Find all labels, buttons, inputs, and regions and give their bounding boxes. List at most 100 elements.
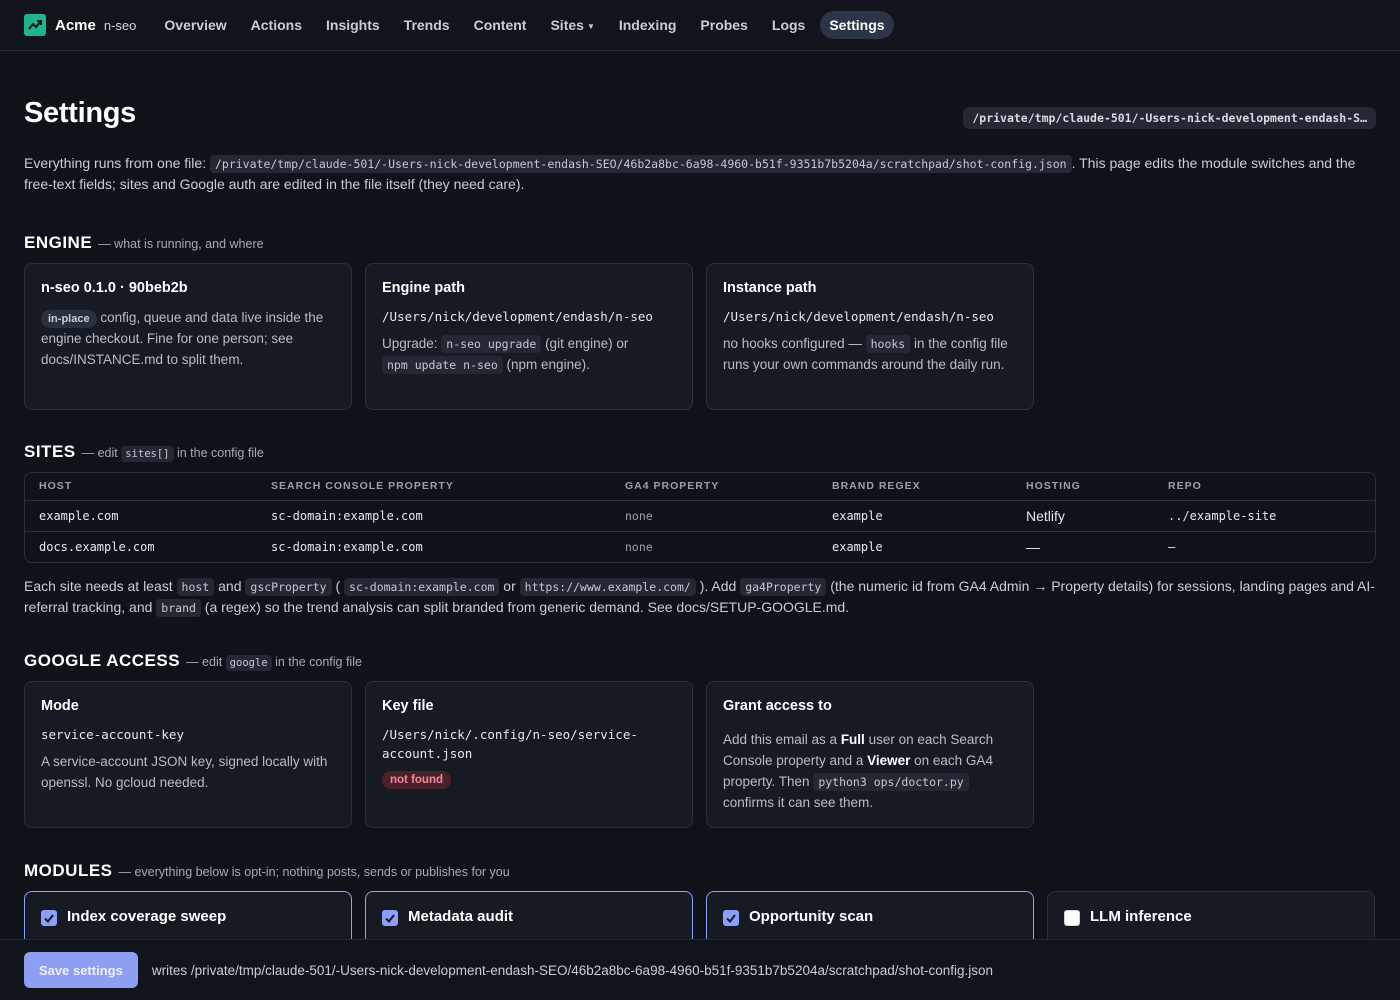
checkbox-checked-icon[interactable]	[41, 910, 57, 926]
grant-t1: Add this email as a	[723, 732, 841, 747]
grant-card: Grant access to Add this email as a Full…	[706, 681, 1034, 828]
engine-path-value: /Users/nick/development/endash/n-seo	[382, 309, 653, 324]
note-t1: Each site needs at least	[24, 578, 177, 594]
top-nav: Acme n-seo Overview Actions Insights Tre…	[0, 0, 1400, 51]
upgrade-t3: (npm engine).	[502, 357, 590, 372]
cell-ga4: none	[611, 530, 818, 562]
cell-brand: example	[832, 508, 883, 523]
note-t4: or	[499, 578, 520, 594]
grant-role-full: Full	[840, 732, 865, 747]
checkbox-unchecked-icon[interactable]	[1064, 910, 1080, 926]
version-card: n-seo 0.1.0 · 90beb2b in-place config, q…	[24, 263, 352, 410]
engine-path-title: Engine path	[382, 280, 465, 296]
nav-content[interactable]: Content	[465, 11, 536, 39]
google-sub-prefix: — edit	[186, 655, 226, 669]
mode-title: Mode	[41, 698, 79, 714]
note-t5: ). Add	[695, 578, 741, 594]
nav-actions[interactable]: Actions	[242, 11, 311, 39]
sites-note: Each site needs at least host and gscPro…	[24, 576, 1376, 618]
modules-section-header: MODULES — everything below is opt-in; no…	[24, 861, 1376, 881]
main-content: Settings /private/tmp/claude-501/-Users-…	[0, 95, 1400, 951]
engine-title: ENGINE	[24, 233, 93, 252]
table-header-row: HOST SEARCH CONSOLE PROPERTY GA4 PROPERT…	[25, 473, 1375, 501]
key-file-card: Key file /Users/nick/.config/n-seo/servi…	[365, 681, 693, 828]
brand[interactable]: Acme n-seo	[24, 14, 136, 36]
hooks-text: no hooks configured — hooks in the confi…	[723, 333, 1017, 375]
cell-gsc: sc-domain:example.com	[257, 530, 611, 562]
intro-prefix: Everything runs from one file:	[24, 155, 210, 171]
sites-sub-code: sites[]	[121, 446, 174, 462]
checkbox-checked-icon[interactable]	[382, 910, 398, 926]
hooks-code: hooks	[865, 335, 911, 353]
col-ga4: GA4 PROPERTY	[611, 473, 818, 501]
cell-repo: –	[1154, 530, 1375, 562]
cell-gsc: sc-domain:example.com	[271, 508, 423, 523]
grant-title: Grant access to	[723, 698, 832, 714]
nav-trends[interactable]: Trends	[395, 11, 459, 39]
module-label: LLM inference	[1090, 908, 1192, 925]
note-code-sc-domain: sc-domain:example.com	[344, 578, 500, 596]
cell-brand: example	[818, 530, 1012, 562]
nav-settings[interactable]: Settings	[820, 11, 894, 39]
sites-table: HOST SEARCH CONSOLE PROPERTY GA4 PROPERT…	[24, 472, 1376, 563]
nav-logs[interactable]: Logs	[763, 11, 814, 39]
intro-text: Everything runs from one file: /private/…	[24, 153, 1376, 195]
sites-sub: — edit sites[] in the config file	[82, 446, 264, 462]
col-gsc: SEARCH CONSOLE PROPERTY	[257, 473, 611, 501]
modules-title: MODULES	[24, 861, 113, 880]
col-host: HOST	[25, 473, 257, 501]
note-code-host: host	[176, 578, 215, 596]
upgrade-t2: (git engine) or	[541, 336, 629, 351]
note-code-ga4: ga4Property	[740, 578, 827, 596]
brand-name: Acme	[55, 16, 96, 34]
grant-role-viewer: Viewer	[867, 753, 911, 768]
brand-sub: n-seo	[103, 17, 137, 33]
doctor-cmd: python3 ops/doctor.py	[813, 773, 969, 791]
key-file-value: /Users/nick/.config/n-seo/service-accoun…	[382, 727, 638, 761]
save-settings-button[interactable]: Save settings	[24, 952, 138, 988]
google-sub-suffix: in the config file	[271, 655, 362, 669]
upgrade-cmd-npm: npm update n-seo	[382, 356, 503, 374]
instance-path-card: Instance path /Users/nick/development/en…	[706, 263, 1034, 410]
mode-value: service-account-key	[41, 727, 184, 742]
key-file-title: Key file	[382, 698, 434, 714]
sites-title: SITES	[24, 442, 76, 461]
engine-upgrade-text: Upgrade: n-seo upgrade (git engine) or n…	[382, 333, 676, 375]
google-title: GOOGLE ACCESS	[24, 651, 181, 670]
modules-sub: — everything below is opt-in; nothing po…	[118, 865, 510, 879]
checkbox-checked-icon[interactable]	[723, 910, 739, 926]
engine-cards: n-seo 0.1.0 · 90beb2b in-place config, q…	[24, 263, 1376, 410]
note-t7: (a regex) so the trend analysis can spli…	[200, 599, 850, 615]
nav-probes[interactable]: Probes	[691, 11, 756, 39]
grant-t4: confirms it can see them.	[723, 795, 874, 810]
nav-sites[interactable]: Sites ▼	[541, 11, 603, 39]
nav-indexing[interactable]: Indexing	[610, 11, 686, 39]
save-bar: Save settings writes /private/tmp/claude…	[0, 939, 1400, 1000]
engine-path-card: Engine path /Users/nick/development/enda…	[365, 263, 693, 410]
instance-path-title: Instance path	[723, 280, 817, 296]
google-cards: Mode service-account-key A service-accou…	[24, 681, 1376, 828]
col-repo: REPO	[1154, 473, 1375, 501]
version-text: in-place config, queue and data live ins…	[41, 307, 335, 370]
table-row: docs.example.com sc-domain:example.com n…	[25, 530, 1375, 562]
save-target-text: writes /private/tmp/claude-501/-Users-ni…	[151, 962, 994, 978]
grant-text: Add this email as a Full user on each Se…	[723, 729, 1017, 813]
caret-down-icon: ▼	[586, 21, 595, 31]
config-path-pill: /private/tmp/claude-501/-Users-nick-deve…	[963, 107, 1376, 129]
cell-host: example.com	[39, 508, 119, 523]
nav-insights[interactable]: Insights	[317, 11, 389, 39]
note-t3: (	[331, 578, 345, 594]
google-sub-code: google	[225, 655, 272, 671]
config-path-code: /private/tmp/claude-501/-Users-nick-deve…	[209, 155, 1072, 173]
nav-overview[interactable]: Overview	[155, 11, 235, 39]
page-title: Settings	[24, 96, 136, 129]
col-hosting: HOSTING	[1012, 473, 1154, 501]
col-brand: BRAND REGEX	[818, 473, 1012, 501]
note-t2: and	[214, 578, 246, 594]
cell-hosting: Netlify	[1026, 507, 1065, 524]
google-sub: — edit google in the config file	[186, 655, 362, 671]
key-status-badge: not found	[382, 771, 452, 789]
mode-text: A service-account JSON key, signed local…	[41, 754, 328, 790]
sites-sub-suffix: in the config file	[173, 446, 264, 460]
engine-sub: — what is running, and where	[98, 237, 264, 251]
